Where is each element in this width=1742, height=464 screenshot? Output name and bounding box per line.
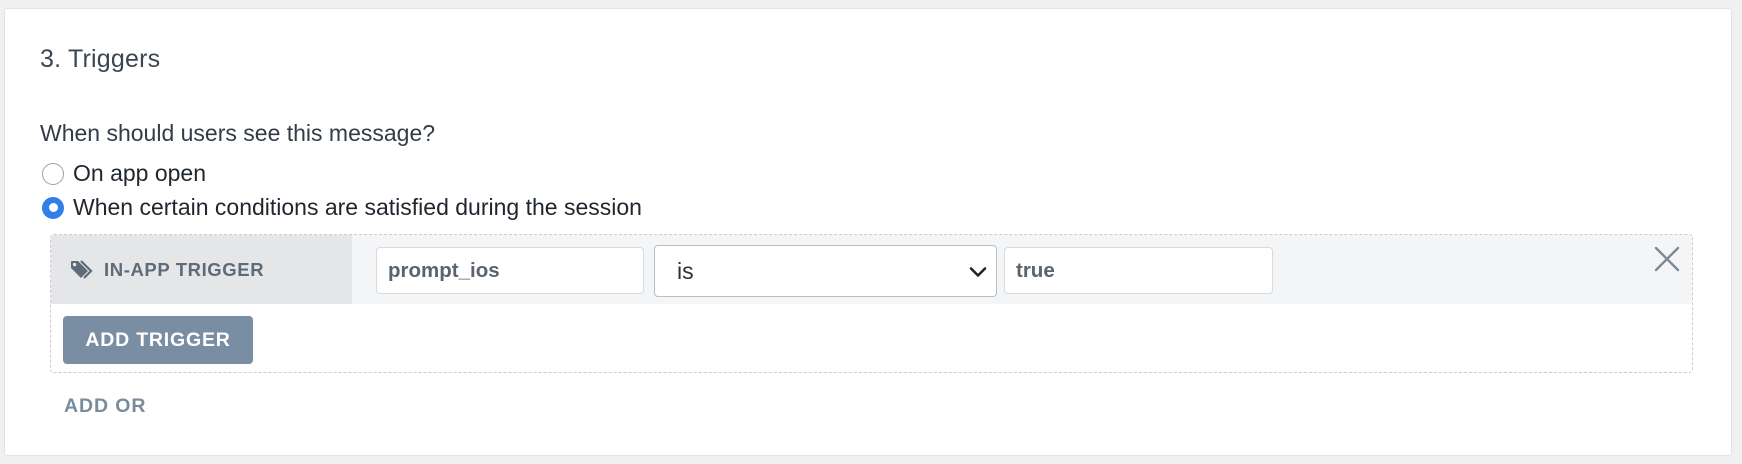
trigger-question: When should users see this message?	[40, 120, 436, 146]
chevron-down-icon	[968, 262, 988, 282]
add-or-link[interactable]: ADD OR	[64, 395, 146, 418]
trigger-row: IN-APP TRIGGER is	[51, 235, 1692, 304]
trigger-group: IN-APP TRIGGER is ADD TRIGGER	[50, 234, 1693, 373]
close-icon[interactable]	[1652, 244, 1682, 274]
triggers-card: 3. Triggers When should users see this m…	[4, 8, 1732, 456]
radio-button-selected[interactable]	[42, 196, 64, 219]
section-title: 3. Triggers	[40, 45, 161, 73]
trigger-type-tag: IN-APP TRIGGER	[51, 235, 352, 304]
trigger-name-input[interactable]	[376, 247, 644, 294]
radio-label: On app open	[73, 160, 207, 186]
operator-value: is	[677, 257, 694, 284]
trigger-type-label: IN-APP TRIGGER	[104, 258, 265, 280]
add-trigger-button[interactable]: ADD TRIGGER	[63, 316, 253, 364]
operator-select[interactable]: is	[654, 245, 997, 297]
trigger-value-input[interactable]	[1004, 247, 1273, 294]
radio-conditions[interactable]: When certain conditions are satisfied du…	[42, 194, 642, 221]
tags-icon	[70, 259, 96, 281]
radio-button[interactable]	[42, 162, 64, 185]
radio-label: When certain conditions are satisfied du…	[73, 194, 642, 220]
radio-on-app-open[interactable]: On app open	[42, 160, 206, 187]
